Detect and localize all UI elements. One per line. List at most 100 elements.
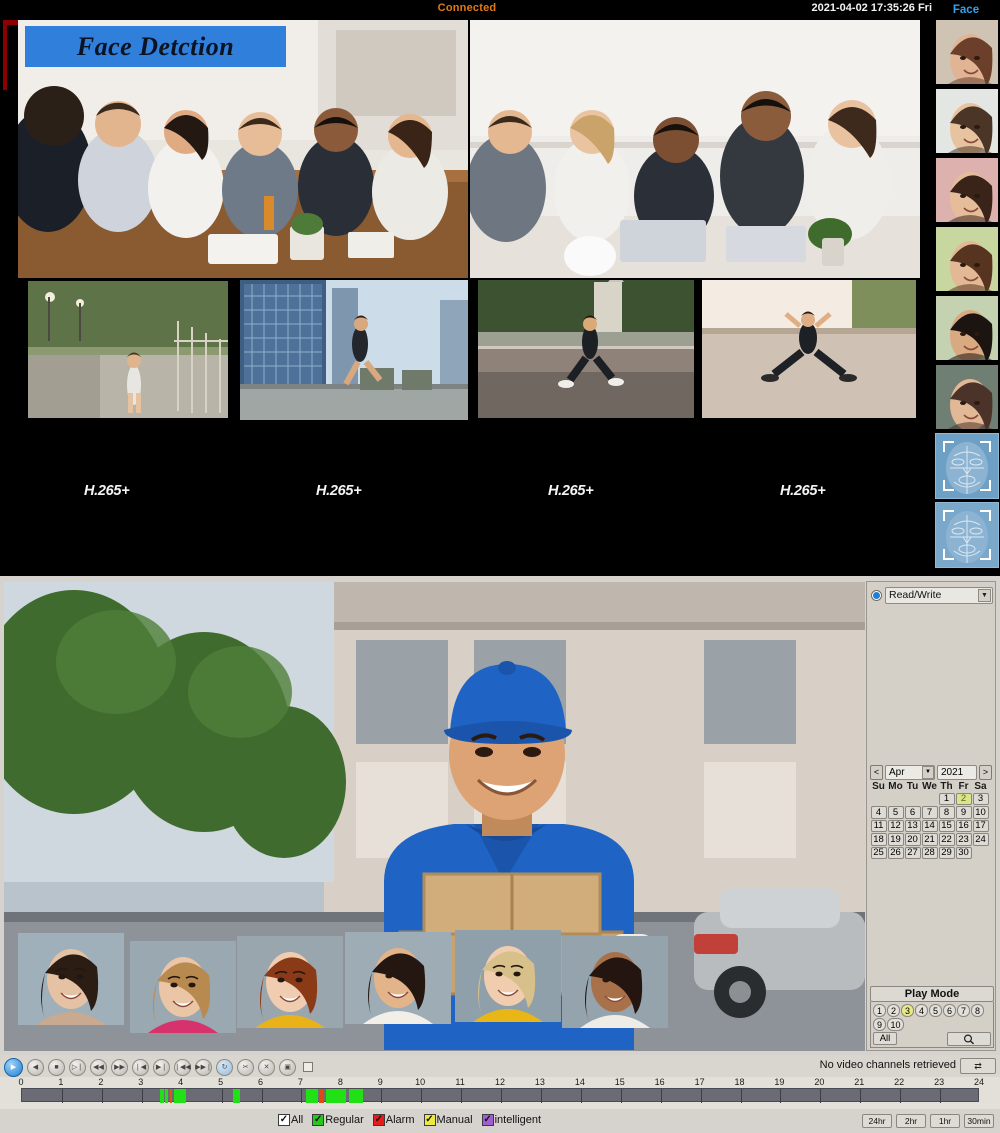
filter-intelligent[interactable]: ✓ intelligent bbox=[481, 1114, 541, 1126]
slow-forward-button[interactable]: ▷❘ bbox=[69, 1058, 86, 1076]
calendar-day-17[interactable]: 17 bbox=[972, 819, 989, 832]
calendar-day-25[interactable]: 25 bbox=[870, 846, 887, 859]
calendar-day-21[interactable]: 21 bbox=[921, 833, 938, 846]
calendar-day-15[interactable]: 15 bbox=[938, 819, 955, 832]
face-snapshot-2[interactable] bbox=[935, 88, 999, 154]
calendar-day-26[interactable]: 26 bbox=[887, 846, 904, 859]
timeline-segment-regular-1[interactable] bbox=[159, 1089, 164, 1103]
channel-button-9[interactable]: 9 bbox=[873, 1018, 886, 1031]
next-frame-button[interactable]: ▶❘ bbox=[153, 1058, 170, 1076]
calendar-day-24[interactable]: 24 bbox=[972, 833, 989, 846]
select-all-channels-button[interactable]: All bbox=[873, 1032, 897, 1045]
range-button-1hr[interactable]: 1hr bbox=[930, 1114, 960, 1128]
filter-regular-checkbox[interactable]: ✓ bbox=[312, 1114, 325, 1126]
timeline-segment-regular-4[interactable] bbox=[173, 1089, 187, 1103]
record-type-filters[interactable]: ✓ All ✓ Regular ✓ Alarm ✓ Manual ✓ intelligent bbox=[278, 1114, 541, 1126]
calendar-day-6[interactable]: 6 bbox=[904, 806, 921, 819]
pb-face-1[interactable] bbox=[18, 933, 124, 1025]
calendar-day-20[interactable]: 20 bbox=[904, 833, 921, 846]
face-wireframe-1[interactable] bbox=[935, 433, 999, 499]
calendar-day-27[interactable]: 27 bbox=[904, 846, 921, 859]
chevron-down-icon[interactable]: ▼ bbox=[978, 588, 991, 602]
calendar-day-12[interactable]: 12 bbox=[887, 819, 904, 832]
video-pane-channel-3[interactable] bbox=[28, 281, 228, 418]
timeline-segment-regular-9[interactable] bbox=[348, 1089, 364, 1103]
calendar-day-18[interactable]: 18 bbox=[870, 833, 887, 846]
calendar-day-13[interactable]: 13 bbox=[904, 819, 921, 832]
chevron-down-icon[interactable]: ▼ bbox=[922, 765, 934, 779]
pb-face-5[interactable] bbox=[455, 930, 561, 1022]
channel-button-8[interactable]: 8 bbox=[971, 1004, 984, 1017]
range-button-30min[interactable]: 30min bbox=[964, 1114, 994, 1128]
calendar-day-4[interactable]: 4 bbox=[870, 806, 887, 819]
channel-button-2[interactable]: 2 bbox=[887, 1004, 900, 1017]
face-snapshot-4[interactable] bbox=[935, 226, 999, 292]
previous-file-button[interactable]: ❘◀◀ bbox=[174, 1058, 191, 1076]
calendar-day-14[interactable]: 14 bbox=[921, 819, 938, 832]
previous-frame-button[interactable]: ❘◀ bbox=[132, 1058, 149, 1076]
calendar-day-1[interactable]: 1 bbox=[938, 792, 955, 805]
tab-face[interactable]: Face bbox=[932, 0, 1000, 19]
pb-face-4[interactable] bbox=[345, 932, 451, 1024]
face-snapshot-5[interactable] bbox=[935, 295, 999, 361]
video-pane-channel-4[interactable] bbox=[240, 280, 468, 420]
filter-alarm[interactable]: ✓ Alarm bbox=[372, 1114, 415, 1126]
filter-all[interactable]: ✓ All bbox=[278, 1114, 303, 1126]
sync-playback-checkbox[interactable] bbox=[303, 1062, 313, 1072]
face-snapshot-1[interactable] bbox=[935, 19, 999, 85]
timeline-segment-alarm-3[interactable] bbox=[169, 1089, 172, 1103]
timeline-segment-regular-8[interactable] bbox=[326, 1089, 347, 1103]
range-button-2hr[interactable]: 2hr bbox=[896, 1114, 926, 1128]
reverse-play-button[interactable]: ◀ bbox=[27, 1058, 44, 1076]
channel-button-10[interactable]: 10 bbox=[887, 1018, 904, 1031]
channel-button-7[interactable]: 7 bbox=[957, 1004, 970, 1017]
stop-button[interactable]: ■ bbox=[48, 1058, 65, 1076]
channel-button-1[interactable]: 1 bbox=[873, 1004, 886, 1017]
calendar-day-23[interactable]: 23 bbox=[955, 833, 972, 846]
channel-button-3[interactable]: 3 bbox=[901, 1004, 914, 1017]
filter-manual[interactable]: ✓ Manual bbox=[423, 1114, 473, 1126]
calendar-year-field[interactable]: 2021 bbox=[937, 764, 977, 780]
range-button-24hr[interactable]: 24hr bbox=[862, 1114, 892, 1128]
filter-manual-checkbox[interactable]: ✓ bbox=[423, 1114, 436, 1126]
face-snapshot-6[interactable] bbox=[935, 364, 999, 430]
play-button[interactable]: ▶ bbox=[4, 1057, 23, 1077]
clip-button[interactable]: ✂ bbox=[237, 1058, 254, 1076]
video-pane-channel-5[interactable] bbox=[478, 280, 694, 418]
face-snapshot-3[interactable] bbox=[935, 157, 999, 223]
timeline-segment-regular-6[interactable] bbox=[306, 1089, 319, 1103]
calendar-day-5[interactable]: 5 bbox=[887, 806, 904, 819]
pb-face-3[interactable] bbox=[237, 936, 343, 1028]
video-pane-channel-2[interactable] bbox=[470, 20, 920, 278]
calendar-next-button[interactable]: > bbox=[979, 764, 992, 780]
calendar-day-7[interactable]: 7 bbox=[921, 806, 938, 819]
pb-face-2[interactable] bbox=[130, 941, 236, 1033]
timeline-segment-regular-2[interactable] bbox=[164, 1089, 169, 1103]
calendar-day-2[interactable]: 2 bbox=[955, 792, 972, 805]
snapshot-button[interactable]: ▣ bbox=[279, 1058, 296, 1076]
channel-button-5[interactable]: 5 bbox=[929, 1004, 942, 1017]
next-file-button[interactable]: ▶▶❘ bbox=[195, 1058, 212, 1076]
calendar-day-3[interactable]: 3 bbox=[972, 792, 989, 805]
storage-mode-radio[interactable] bbox=[871, 589, 882, 601]
timeline-segment-regular-5[interactable] bbox=[232, 1089, 240, 1103]
channel-button-4[interactable]: 4 bbox=[915, 1004, 928, 1017]
video-pane-channel-6[interactable] bbox=[702, 280, 916, 418]
storage-mode-row[interactable]: Read/Write ▼ bbox=[871, 586, 993, 604]
calendar-day-8[interactable]: 8 bbox=[938, 806, 955, 819]
filter-all-checkbox[interactable]: ✓ bbox=[278, 1114, 290, 1126]
storage-mode-select[interactable]: Read/Write ▼ bbox=[885, 586, 993, 604]
refresh-channels-button[interactable]: ⇄ bbox=[960, 1058, 996, 1074]
calendar-day-28[interactable]: 28 bbox=[921, 846, 938, 859]
timeline[interactable]: 0 1 2 3 4 5 6 7 8 9 10 11 12 13 14 15 16 17 18 19 20 21 22 23 24 bbox=[0, 1077, 1000, 1109]
channel-selector[interactable]: 1 2 3 4 5 6 7 8 9 10 bbox=[873, 1004, 992, 1031]
timeline-track[interactable] bbox=[21, 1088, 979, 1103]
calendar-day-29[interactable]: 29 bbox=[938, 846, 955, 859]
calendar-day-16[interactable]: 16 bbox=[955, 819, 972, 832]
calendar-day-11[interactable]: 11 bbox=[870, 819, 887, 832]
calendar-day-10[interactable]: 10 bbox=[972, 806, 989, 819]
fast-forward-button[interactable]: ▶▶ bbox=[111, 1058, 128, 1076]
pb-face-6[interactable] bbox=[562, 936, 668, 1028]
calendar-day-grid[interactable]: 1 2 3 4 5 6 7 8 9 10 11 12 13 14 15 16 17 18 19 20 21 22 23 24 2… bbox=[870, 792, 994, 860]
calendar-day-19[interactable]: 19 bbox=[887, 833, 904, 846]
